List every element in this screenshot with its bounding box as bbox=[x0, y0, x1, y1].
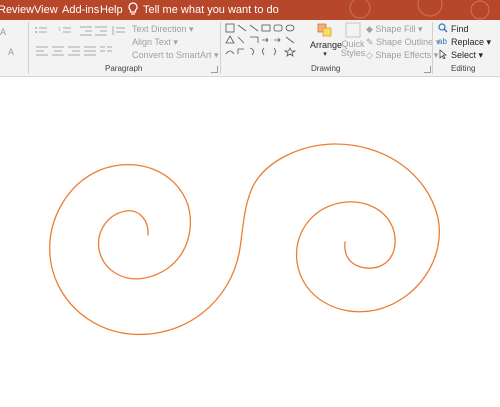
align-left-icon[interactable] bbox=[36, 46, 50, 56]
numbering-icon[interactable]: 1 bbox=[58, 26, 72, 36]
shapes-gallery[interactable] bbox=[224, 22, 300, 62]
spiral-curve[interactable] bbox=[49, 143, 440, 336]
ribbon-separator bbox=[432, 22, 433, 74]
menu-add-ins[interactable]: Add-ins bbox=[62, 4, 99, 16]
align-text-label: Align Text bbox=[132, 37, 171, 47]
convert-smartart-label: Convert to SmartArt bbox=[132, 50, 212, 60]
search-icon bbox=[438, 23, 448, 33]
shape-fill-label: Shape Fill bbox=[375, 24, 416, 34]
lightbulb-icon bbox=[127, 2, 139, 16]
font-color-icon[interactable]: A bbox=[0, 26, 14, 37]
shape-effects-button[interactable]: ◇ Shape Effects ▾ bbox=[366, 50, 438, 61]
align-right-icon[interactable] bbox=[68, 46, 82, 56]
arrange-label: Arrange bbox=[310, 40, 343, 50]
find-label: Find bbox=[451, 24, 469, 34]
replace-label: Replace bbox=[451, 37, 485, 47]
menu-help[interactable]: Help bbox=[100, 4, 123, 16]
select-button[interactable]: Select ▾ bbox=[438, 49, 483, 61]
drawing-group-label: Drawing bbox=[311, 64, 341, 73]
svg-text:ab: ab bbox=[438, 37, 447, 46]
menu-view[interactable]: View bbox=[34, 4, 58, 16]
align-center-icon[interactable] bbox=[52, 46, 66, 56]
ribbon-separator bbox=[220, 22, 221, 74]
double-spiral-shape[interactable] bbox=[0, 78, 500, 407]
line-spacing-icon[interactable] bbox=[112, 26, 126, 36]
arrange-icon bbox=[317, 23, 332, 37]
find-button[interactable]: Find bbox=[438, 23, 469, 34]
ribbon-separator bbox=[28, 22, 29, 74]
justify-icon[interactable] bbox=[84, 46, 98, 56]
quick-styles-icon bbox=[345, 22, 361, 38]
shape-outline-button[interactable]: ✎ Shape Outline ▾ bbox=[366, 37, 440, 48]
menu-bar: Review View Add-ins Help Tell me what yo… bbox=[0, 0, 500, 20]
increase-indent-icon[interactable] bbox=[95, 26, 109, 36]
replace-button[interactable]: ab Replace ▾ bbox=[438, 36, 491, 48]
select-label: Select bbox=[451, 50, 477, 60]
tell-me-text: Tell me what you want to do bbox=[143, 4, 279, 16]
drawing-launcher-icon[interactable] bbox=[424, 66, 431, 73]
arrange-button[interactable]: Arrange ▾ bbox=[310, 22, 343, 62]
svg-text:A: A bbox=[8, 47, 14, 56]
shape-fill-button[interactable]: ◆ Shape Fill ▾ bbox=[366, 24, 422, 35]
align-text-button[interactable]: Align Text ▾ bbox=[132, 37, 178, 48]
editing-group-label: Editing bbox=[451, 64, 476, 73]
paragraph-group-label: Paragraph bbox=[105, 64, 143, 73]
shape-outline-label: Shape Outline bbox=[376, 37, 434, 47]
ribbon-decoration bbox=[349, 0, 490, 20]
convert-smartart-button[interactable]: Convert to SmartArt ▾ bbox=[132, 50, 219, 61]
cursor-icon bbox=[438, 49, 448, 60]
ribbon: A A 1 Text Direction ▾ Align Text ▾ Conv… bbox=[0, 20, 500, 77]
svg-text:A: A bbox=[0, 27, 6, 36]
quick-styles-button[interactable]: Quick Styles bbox=[340, 22, 366, 62]
text-direction-button[interactable]: Text Direction ▾ bbox=[132, 24, 194, 35]
menu-review[interactable]: Review bbox=[0, 4, 34, 16]
shape-effects-label: Shape Effects bbox=[375, 50, 432, 60]
text-direction-label: Text Direction bbox=[132, 24, 187, 34]
slide-canvas[interactable] bbox=[0, 78, 500, 407]
decrease-indent-icon[interactable] bbox=[80, 26, 94, 36]
text-effects-icon[interactable]: A bbox=[8, 46, 22, 57]
svg-text:1: 1 bbox=[58, 27, 61, 33]
paragraph-launcher-icon[interactable] bbox=[211, 66, 218, 73]
bullets-icon[interactable] bbox=[34, 26, 48, 36]
replace-icon: ab bbox=[438, 36, 448, 46]
columns-icon[interactable] bbox=[100, 46, 114, 56]
quick-styles-label: Quick Styles bbox=[340, 39, 366, 58]
tell-me-box[interactable]: Tell me what you want to do bbox=[127, 2, 279, 18]
